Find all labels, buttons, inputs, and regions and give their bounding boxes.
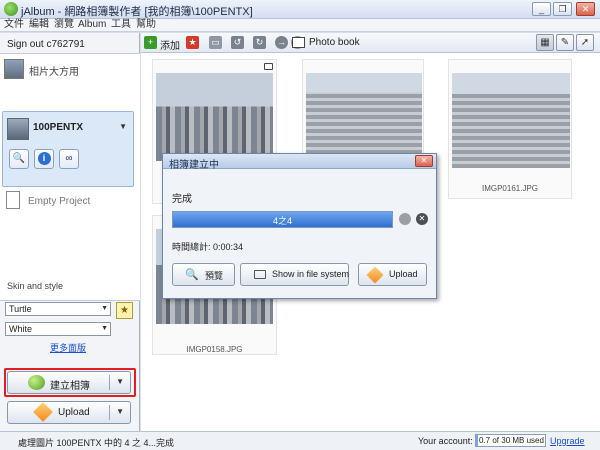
dialog-title: 相簿建立中 [169,160,219,171]
dialog-title-bar: 相簿建立中 ✕ [163,154,436,171]
photo-caption: IMGP0161.JPG [481,184,539,193]
chevron-down-icon[interactable]: ▼ [116,407,124,416]
search-icon: 🔍 [12,153,26,164]
window-title: jAlbum - 網路相簿製作者 [我的相簿\100PENTX] [21,6,253,18]
button-divider [109,405,110,420]
upload-button[interactable]: Upload ▼ [7,401,131,424]
details-view-button[interactable]: ➚ [576,34,594,51]
chevron-down-icon: ▼ [101,325,108,332]
add-button[interactable]: 添加 [160,37,180,52]
pencil-icon: ✎ [560,37,570,48]
star-icon[interactable]: ★ [186,36,199,49]
minimize-button[interactable]: _ [532,2,551,16]
menu-album[interactable]: Album [78,19,106,31]
photo-caption: IMGP0158.JPG [186,345,243,354]
turtle-icon [28,375,45,390]
skin-style-label: Skin and style [7,281,64,291]
show-in-fs-label: Show in file system [272,269,350,279]
style-select[interactable]: White ▼ [5,322,111,336]
account-usage-meter: 0.7 of 30 MB used [475,434,546,447]
dialog-status: 完成 [172,194,192,205]
menu-edit[interactable]: 編輯 [29,19,49,31]
photo-image [156,73,273,161]
more-skins-link[interactable]: 更多面版 [50,341,86,354]
info-icon: i [37,152,51,165]
dialog-upload-label: Upload [389,269,418,279]
photo-image [452,73,570,168]
photo-thumbnail[interactable]: IMGP0161.JPG [448,59,572,199]
rotate-left-icon[interactable]: ↺ [231,36,244,49]
preview-label: 預覽 [205,271,224,281]
pause-icon[interactable] [399,213,411,225]
sign-out-link[interactable]: Sign out c762791 [7,39,85,50]
rotate-right-icon[interactable]: ↻ [253,36,266,49]
status-message: 處理圖片 100PENTX 中的 4 之 4...完成 [18,438,175,448]
arrow-icon: ➚ [580,37,590,48]
skin-settings-icon[interactable]: ★ [116,302,133,319]
folder-icon [254,270,266,279]
album-thumbnail-icon [7,118,29,140]
account-usage-text: 0.7 of 30 MB used [479,436,544,445]
account-label: Your account: [418,436,473,446]
time-elapsed: 時間總計: 0:00:34 [172,242,244,252]
jalbum-app-icon [4,2,18,16]
toolbar: + 添加 ★ ▭ ↺ ↻ → … Photo book ▦ ✎ ➚ [141,33,600,53]
menu-bar: 文件 編輯 瀏覽 Album 工具 幫助 [0,19,600,32]
skin-select[interactable]: Turtle ▼ [5,302,111,316]
thumbnail-view-button[interactable]: ▦ [536,34,554,51]
skin-select-value: Turtle [9,304,32,314]
album-thumbnail-icon [4,59,24,79]
menu-view[interactable]: 瀏覽 [54,19,74,31]
info-button[interactable]: i [34,149,54,169]
make-album-button[interactable]: 建立相簿 ▼ [7,371,131,394]
link-icon: ∞ [65,153,73,164]
dialog-close-button[interactable]: ✕ [415,155,433,167]
project-item-selected[interactable]: 100PENTX ▼ 🔍 i ∞ [2,111,134,187]
button-divider [109,375,110,390]
upgrade-link[interactable]: Upgrade [550,436,585,446]
project-item[interactable]: 相片大方用 [0,56,138,82]
edit-view-button[interactable]: ✎ [556,34,574,51]
chevron-down-icon: ▼ [101,305,108,312]
chevron-down-icon[interactable]: ▼ [119,122,127,131]
progress-text: 4之4 [272,216,292,226]
show-in-file-system-button[interactable]: Show in file system [240,263,349,286]
style-select-value: White [9,324,33,334]
title-bar: jAlbum - 網路相簿製作者 [我的相簿\100PENTX] _ ❐ ✕ [0,0,600,19]
menu-tools[interactable]: 工具 [111,19,131,31]
stop-icon[interactable]: ✕ [416,213,428,225]
new-folder-icon[interactable]: ▭ [209,36,222,49]
book-icon[interactable] [292,37,305,48]
menu-file[interactable]: 文件 [4,19,24,31]
links-button[interactable]: ∞ [59,149,79,169]
close-window-button[interactable]: ✕ [576,2,595,16]
maximize-button[interactable]: ❐ [553,2,572,16]
upload-label: Upload [58,407,90,418]
next-icon[interactable]: → [275,36,288,49]
magnifier-icon: 🔍 [185,269,199,281]
left-panel: Sign out c762791 相片大方用 100PENTX ▼ 🔍 i ∞ … [0,33,140,431]
preview-button[interactable]: 🔍 [9,149,29,169]
project-list: 相片大方用 100PENTX ▼ 🔍 i ∞ Empty Project [0,53,140,301]
progress-bar: 4之4 [172,211,393,228]
make-album-label: 建立相簿 [50,381,90,392]
account-usage-fill [476,435,478,446]
folder-icon [264,63,273,70]
menu-help[interactable]: 幫助 [136,19,156,31]
project-label: 100PENTX [33,122,84,133]
dialog-upload-button[interactable]: Upload [358,263,427,286]
upload-icon [33,402,53,422]
document-icon [6,191,20,209]
add-icon[interactable]: + [144,36,157,49]
project-label: 相片大方用 [29,67,79,78]
chevron-down-icon[interactable]: ▼ [116,377,124,386]
photo-image [306,73,422,161]
status-bar: 處理圖片 100PENTX 中的 4 之 4...完成 Your account… [0,431,600,450]
progress-dialog: 相簿建立中 ✕ 完成 4之4 ✕ 時間總計: 0:00:34 🔍 預覽 Show… [162,153,437,299]
grid-icon: ▦ [540,37,550,48]
preview-button[interactable]: 🔍 預覽 [172,263,235,286]
upload-icon [366,266,384,284]
photo-book-button[interactable]: Photo book [309,37,360,48]
project-label[interactable]: Empty Project [28,196,90,207]
